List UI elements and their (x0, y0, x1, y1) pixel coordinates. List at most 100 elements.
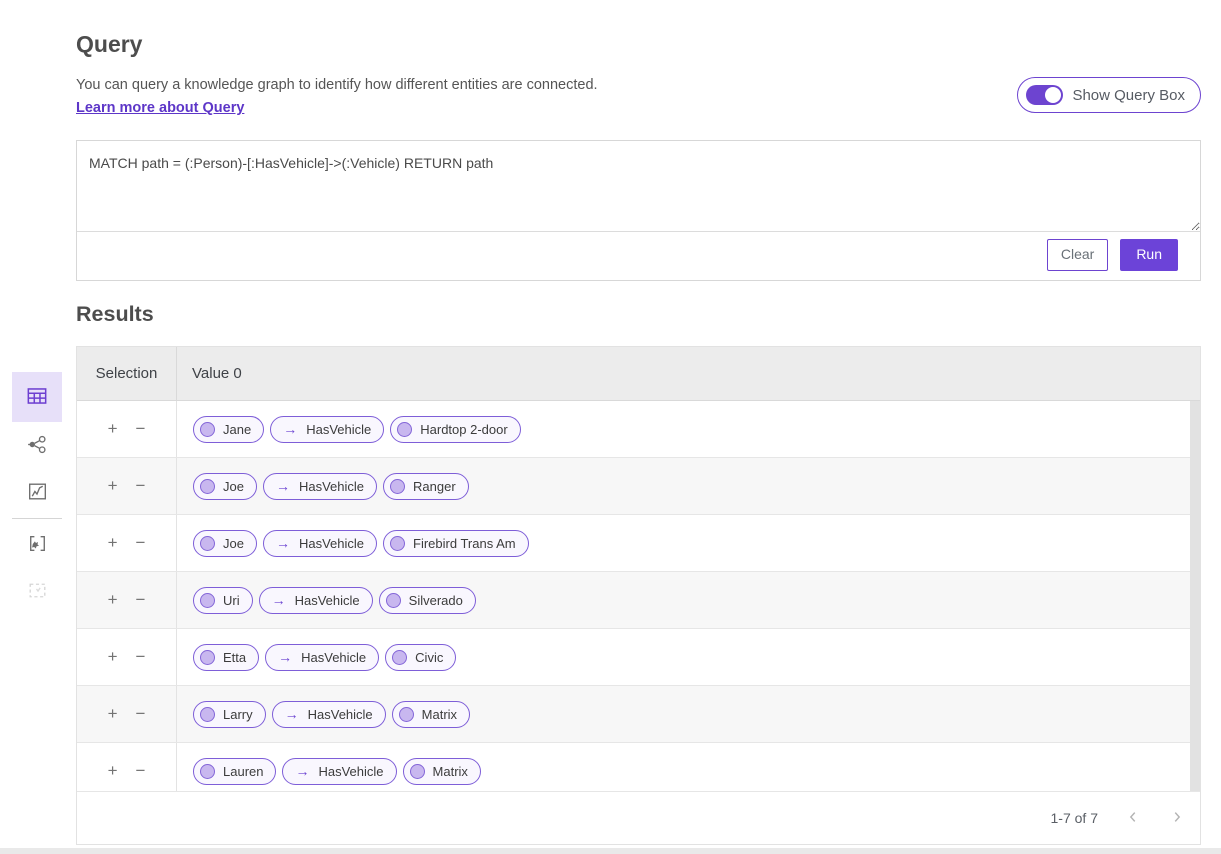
edge-pill[interactable]: → HasVehicle (265, 644, 379, 671)
pill-label: Uri (223, 593, 240, 608)
node-pill[interactable]: Civic (385, 644, 456, 671)
chart-view-icon (25, 479, 50, 507)
node-circle-icon (386, 593, 401, 608)
results-table: Selection Value 0 + − Jane → HasVehicle … (76, 346, 1201, 845)
selection-cell: + − (77, 401, 177, 457)
pill-label: Joe (223, 479, 244, 494)
query-actions: Clear Run (77, 232, 1200, 278)
query-box: MATCH path = (:Person)-[:HasVehicle]->(:… (76, 140, 1201, 281)
results-title: Results (76, 302, 154, 327)
node-pill[interactable]: Ranger (383, 473, 469, 500)
table-row: + − Uri → HasVehicle Silverado (77, 572, 1200, 629)
value-cell: Etta → HasVehicle Civic (177, 629, 1200, 685)
learn-more-link[interactable]: Learn more about Query (76, 100, 244, 116)
remove-from-selection-button[interactable]: − (134, 704, 148, 724)
value-cell: Jane → HasVehicle Hardtop 2-door (177, 401, 1200, 457)
toggle-label: Show Query Box (1072, 87, 1185, 104)
node-pill[interactable]: Matrix (403, 758, 481, 785)
node-circle-icon (397, 422, 412, 437)
column-header-value-0: Value 0 (177, 347, 1200, 400)
remove-from-selection-button[interactable]: − (134, 419, 148, 439)
node-pill[interactable]: Jane (193, 416, 264, 443)
chevron-right-icon (1170, 810, 1184, 827)
add-to-selection-button[interactable]: + (106, 647, 120, 667)
previous-page-button[interactable] (1124, 808, 1142, 829)
remove-from-selection-button[interactable]: − (134, 647, 148, 667)
results-view-sidebar (12, 372, 62, 615)
add-to-selection-button[interactable]: + (106, 590, 120, 610)
selection-cell: + − (77, 458, 177, 514)
pill-label: Silverado (409, 593, 463, 608)
add-to-selection-button[interactable]: + (106, 476, 120, 496)
tab-raw-view[interactable] (12, 521, 62, 568)
arrow-right-icon: → (295, 764, 309, 778)
show-query-box-toggle[interactable]: Show Query Box (1017, 77, 1201, 113)
tab-graph-view[interactable] (12, 422, 62, 469)
node-pill[interactable]: Joe (193, 530, 257, 557)
tab-chart-view[interactable] (12, 469, 62, 516)
pill-label: HasVehicle (299, 479, 364, 494)
sidebar-divider (12, 518, 62, 519)
remove-from-selection-button[interactable]: − (134, 761, 148, 781)
table-row: + − Larry → HasVehicle Matrix (77, 686, 1200, 743)
page-content: Query You can query a knowledge graph to… (76, 0, 1201, 854)
value-cell: Lauren → HasVehicle Matrix (177, 743, 1200, 791)
node-pill[interactable]: Uri (193, 587, 253, 614)
add-to-selection-button[interactable]: + (106, 761, 120, 781)
node-circle-icon (200, 479, 215, 494)
chevron-left-icon (1126, 810, 1140, 827)
node-pill[interactable]: Hardtop 2-door (390, 416, 520, 443)
query-editor[interactable]: MATCH path = (:Person)-[:HasVehicle]->(:… (77, 141, 1200, 232)
node-pill[interactable]: Matrix (392, 701, 470, 728)
node-circle-icon (399, 707, 414, 722)
node-circle-icon (390, 479, 405, 494)
remove-from-selection-button[interactable]: − (134, 533, 148, 553)
edge-pill[interactable]: → HasVehicle (259, 587, 373, 614)
tab-table-view[interactable] (12, 372, 62, 422)
edge-pill[interactable]: → HasVehicle (272, 701, 386, 728)
node-pill[interactable]: Larry (193, 701, 266, 728)
node-circle-icon (200, 764, 215, 779)
node-pill[interactable]: Joe (193, 473, 257, 500)
node-circle-icon (200, 650, 215, 665)
value-cell: Larry → HasVehicle Matrix (177, 686, 1200, 742)
add-to-selection-button[interactable]: + (106, 704, 120, 724)
node-pill[interactable]: Lauren (193, 758, 276, 785)
toggle-switch-icon[interactable] (1026, 85, 1063, 105)
pill-label: Civic (415, 650, 443, 665)
node-pill[interactable]: Firebird Trans Am (383, 530, 529, 557)
edge-pill[interactable]: → HasVehicle (270, 416, 384, 443)
graph-view-icon (25, 432, 50, 460)
pill-label: Larry (223, 707, 253, 722)
table-row: + − Joe → HasVehicle Ranger (77, 458, 1200, 515)
value-cell: Joe → HasVehicle Ranger (177, 458, 1200, 514)
remove-from-selection-button[interactable]: − (134, 476, 148, 496)
pill-label: HasVehicle (306, 422, 371, 437)
arrow-right-icon: → (272, 593, 286, 607)
pagination-range-label: 1-7 of 7 (1051, 810, 1098, 826)
table-row: + − Etta → HasVehicle Civic (77, 629, 1200, 686)
node-pill[interactable]: Silverado (379, 587, 476, 614)
run-button[interactable]: Run (1120, 239, 1178, 270)
selection-cell: + − (77, 686, 177, 742)
pill-label: Firebird Trans Am (413, 536, 516, 551)
add-to-selection-button[interactable]: + (106, 533, 120, 553)
pill-label: HasVehicle (301, 650, 366, 665)
table-scrollbar[interactable] (1190, 401, 1200, 791)
next-page-button[interactable] (1168, 808, 1186, 829)
edge-pill[interactable]: → HasVehicle (263, 530, 377, 557)
arrow-right-icon: → (283, 422, 297, 436)
node-circle-icon (390, 536, 405, 551)
value-cell: Joe → HasVehicle Firebird Trans Am (177, 515, 1200, 571)
pill-label: Matrix (422, 707, 457, 722)
clear-button[interactable]: Clear (1047, 239, 1108, 270)
edge-pill[interactable]: → HasVehicle (282, 758, 396, 785)
add-to-selection-button[interactable]: + (106, 419, 120, 439)
node-circle-icon (200, 593, 215, 608)
pill-label: HasVehicle (308, 707, 373, 722)
selection-cell: + − (77, 515, 177, 571)
node-pill[interactable]: Etta (193, 644, 259, 671)
remove-from-selection-button[interactable]: − (134, 590, 148, 610)
results-table-body: + − Jane → HasVehicle Hardtop 2-door + −… (77, 401, 1200, 791)
edge-pill[interactable]: → HasVehicle (263, 473, 377, 500)
